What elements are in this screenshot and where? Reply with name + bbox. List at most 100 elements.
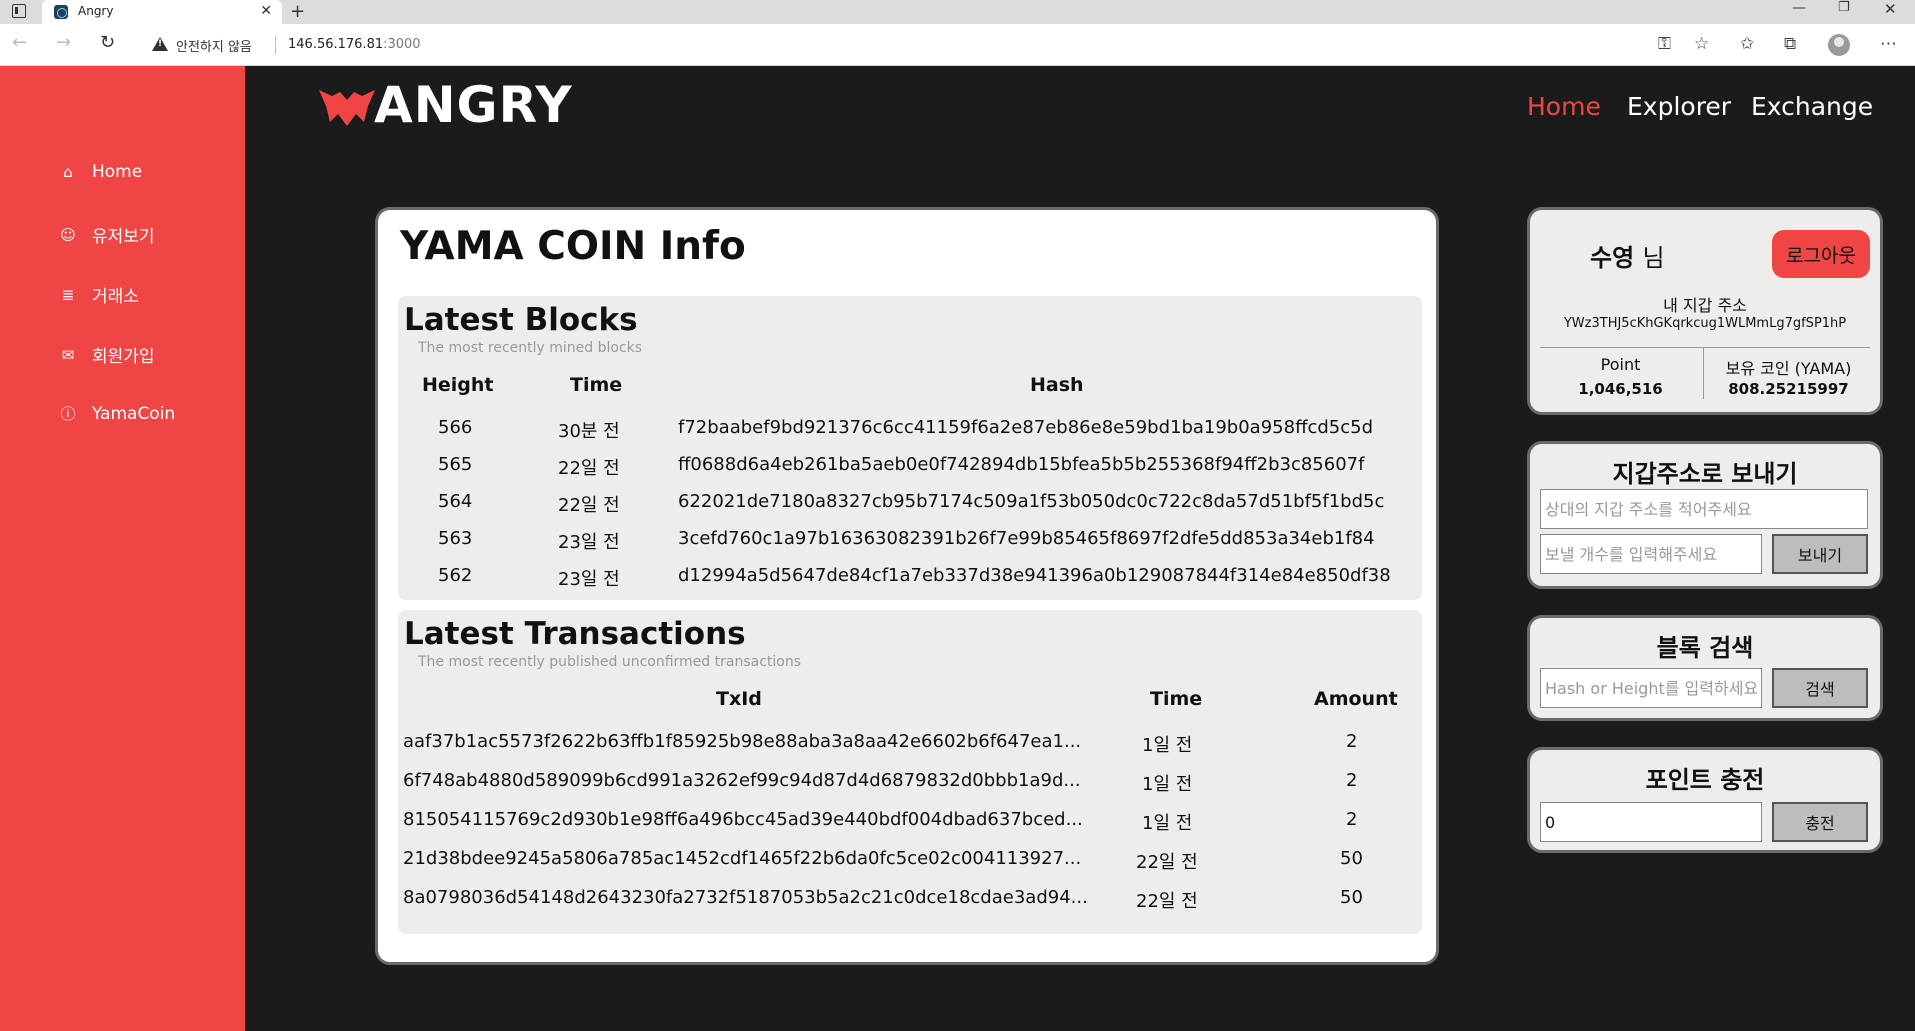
block-height[interactable]: 566	[438, 417, 472, 438]
user-name-value: 수영	[1590, 244, 1635, 272]
charge-button[interactable]: 충전	[1772, 802, 1868, 842]
column-header-height: Height	[422, 374, 494, 396]
sidebar-item-label: 유저보기	[92, 227, 155, 247]
nav-exchange[interactable]: Exchange	[1751, 92, 1873, 121]
tx-amount: 2	[1346, 731, 1358, 752]
block-hash[interactable]: 3cefd760c1a97b16363082391b26f7e99b85465f…	[678, 528, 1375, 549]
block-height[interactable]: 563	[438, 528, 472, 549]
user-icon: ☺	[60, 225, 76, 244]
recipient-address-input[interactable]	[1540, 489, 1868, 529]
tx-amount: 2	[1346, 809, 1358, 830]
sidebar-item-label: 회원가입	[92, 347, 155, 367]
latest-transactions-section: Latest Transactions The most recently pu…	[398, 610, 1422, 934]
search-button[interactable]: 검색	[1772, 668, 1868, 708]
coin-value: 808.25215997	[1728, 380, 1849, 398]
block-time: 23일 전	[558, 569, 620, 590]
tab-title: Angry	[78, 4, 114, 18]
point-label: Point	[1600, 355, 1641, 374]
sidebar: ⌂ Home ☺ 유저보기 ≣ 거래소 ✉ 회원가입 ⓘ YamaCoin	[0, 66, 245, 1031]
block-hash[interactable]: 622021de7180a8327cb95b7174c509a1f53b050d…	[678, 491, 1384, 512]
tx-id[interactable]: 6f748ab4880d589099b6cd991a3262ef99c94d87…	[403, 770, 1081, 791]
profile-avatar[interactable]	[1828, 34, 1850, 56]
point-charge-panel: 포인트 충전 충전	[1530, 750, 1880, 850]
point-charge-title: 포인트 충전	[1645, 766, 1765, 794]
column-header-hash: Hash	[1030, 374, 1084, 396]
divider	[1540, 347, 1870, 348]
sidebar-item-label: Home	[92, 162, 143, 182]
tx-amount: 50	[1340, 848, 1363, 869]
tx-id[interactable]: 815054115769c2d930b1e98ff6a496bcc45ad39e…	[403, 809, 1083, 830]
favorite-add-icon[interactable]: ☆	[1694, 34, 1709, 54]
sidebar-item-yamacoin[interactable]: ⓘ YamaCoin	[58, 403, 175, 424]
block-search-panel: 블록 검색 검색	[1530, 618, 1880, 718]
key-icon[interactable]: ⚿	[1658, 34, 1671, 54]
tx-id[interactable]: 8a0798036d54148d2643230fa2732f5187053b5a…	[403, 887, 1088, 908]
new-tab-icon[interactable]: +	[290, 1, 305, 22]
sidebar-item-users[interactable]: ☺ 유저보기	[58, 222, 155, 248]
block-time: 22일 전	[558, 495, 620, 516]
blocks-title: Latest Blocks	[404, 302, 638, 338]
sidebar-item-exchange[interactable]: ≣ 거래소	[58, 282, 139, 308]
tx-time: 1일 전	[1142, 813, 1193, 834]
send-amount-input[interactable]	[1540, 534, 1762, 574]
send-button[interactable]: 보내기	[1772, 534, 1868, 574]
tx-id[interactable]: aaf37b1ac5573f2622b63ffb1f85925b98e88aba…	[403, 731, 1081, 752]
url-host: 146.56.176.81	[288, 37, 384, 52]
sidebar-item-label: 거래소	[92, 287, 139, 307]
sidebar-item-label: YamaCoin	[92, 403, 176, 424]
minimize-icon[interactable]: —	[1792, 0, 1806, 16]
tx-time: 22일 전	[1136, 852, 1198, 873]
sidebar-item-home[interactable]: ⌂ Home	[58, 162, 142, 182]
wallet-label: 내 지갑 주소	[1663, 296, 1747, 315]
transactions-subtitle: The most recently published unconfirmed …	[418, 654, 802, 670]
reload-icon[interactable]: ↻	[100, 32, 115, 53]
block-height[interactable]: 564	[438, 491, 472, 512]
nav-explorer[interactable]: Explorer	[1627, 92, 1731, 121]
divider	[1703, 347, 1704, 399]
send-title: 지갑주소로 보내기	[1612, 460, 1798, 488]
security-status[interactable]: 안전하지 않음	[176, 36, 252, 55]
user-panel: 수영 님 로그아웃 내 지갑 주소 YWz3THJ5cKhGKqrkcug1WL…	[1530, 210, 1880, 412]
react-favicon-icon	[54, 5, 68, 19]
collections-icon[interactable]: ⧉	[1784, 34, 1796, 54]
sidebar-item-signup[interactable]: ✉ 회원가입	[58, 342, 155, 368]
browser-tab[interactable]: Angry ✕	[42, 0, 282, 24]
tx-id[interactable]: 21d38bdee9245a5806a785ac1452cdf1465f22b6…	[403, 848, 1081, 869]
column-header-txid: TxId	[716, 688, 762, 710]
logout-button[interactable]: 로그아웃	[1772, 230, 1870, 278]
back-arrow-icon[interactable]: ←	[12, 32, 27, 53]
block-height[interactable]: 562	[438, 565, 472, 586]
block-height[interactable]: 565	[438, 454, 472, 475]
window-close-icon[interactable]: ✕	[1884, 0, 1897, 18]
url-divider	[275, 36, 276, 54]
forward-arrow-icon[interactable]: →	[56, 32, 71, 53]
charge-amount-input[interactable]	[1540, 802, 1762, 842]
block-time: 22일 전	[558, 458, 620, 479]
column-header-time: Time	[570, 374, 623, 396]
tx-amount: 50	[1340, 887, 1363, 908]
favorites-icon[interactable]: ✩	[1740, 34, 1754, 54]
transactions-title: Latest Transactions	[404, 616, 746, 652]
block-time: 30분 전	[558, 421, 620, 442]
window-menu-icon[interactable]	[12, 4, 26, 18]
blocks-subtitle: The most recently mined blocks	[418, 340, 643, 356]
address-bar[interactable]: 146.56.176.81:3000	[288, 37, 421, 52]
column-header-amount: Amount	[1314, 688, 1398, 710]
more-menu-icon[interactable]: ⋯	[1880, 34, 1897, 54]
block-hash[interactable]: ff0688d6a4eb261ba5aeb0e0f742894db15bfea5…	[678, 454, 1364, 475]
coin-label: 보유 코인 (YAMA)	[1725, 359, 1852, 378]
block-search-input[interactable]	[1540, 668, 1762, 708]
tx-time: 1일 전	[1142, 774, 1193, 795]
page-title: YAMA COIN Info	[400, 224, 746, 269]
block-hash[interactable]: d12994a5d5647de84cf1a7eb337d38e941396a0b…	[678, 565, 1391, 586]
warning-icon[interactable]	[152, 37, 168, 51]
user-name: 수영 님	[1590, 238, 1665, 273]
tab-close-icon[interactable]: ✕	[260, 3, 272, 19]
block-hash[interactable]: f72baabef9bd921376c6cc41159f6a2e87eb86e8…	[678, 417, 1373, 438]
logo[interactable]: ANGRY	[318, 76, 573, 134]
coin-info-card: YAMA COIN Info Latest Blocks The most re…	[378, 210, 1436, 962]
maximize-icon[interactable]: ❐	[1838, 0, 1850, 15]
wallet-address[interactable]: YWz3THJ5cKhGKqrkcug1WLMmLg7gfSP1hP	[1530, 316, 1880, 331]
send-panel: 지갑주소로 보내기 보내기	[1530, 444, 1880, 586]
nav-home[interactable]: Home	[1527, 92, 1601, 121]
